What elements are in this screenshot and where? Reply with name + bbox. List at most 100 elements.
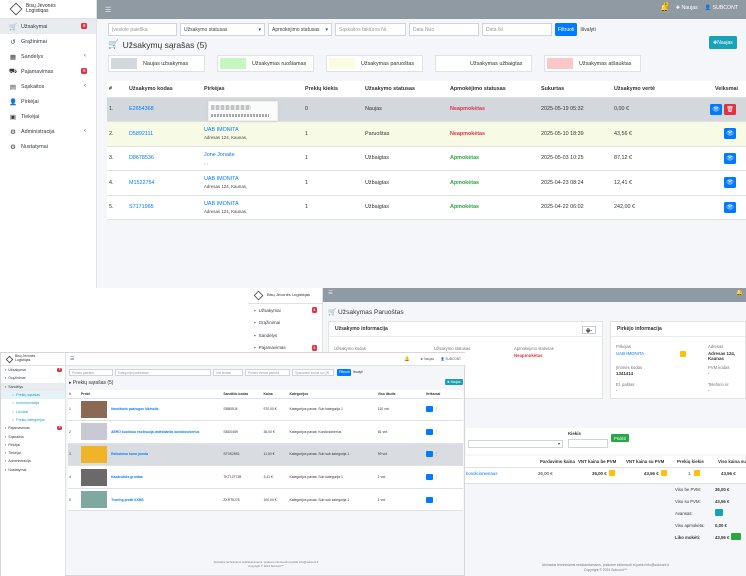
date-from-input[interactable]: Data Nuo <box>409 23 479 36</box>
sidebar-item-2[interactable]: ▪ Sandėlys <box>1 382 65 391</box>
product-name-link[interactable]: AERO kuolinuo esolinuoja didėstiantis ko… <box>111 430 199 434</box>
edit-unit-price-button[interactable] <box>609 470 615 476</box>
sidebar-item-5[interactable]: ○ Likučiai <box>1 407 65 415</box>
search-input[interactable]: Įveskite paieška <box>108 23 177 36</box>
edit-buyer-button[interactable] <box>680 351 686 357</box>
sidebar-item-10[interactable]: ▪ Tiekėjai <box>1 449 65 457</box>
product-name-link[interactable]: Tvoring protti XXMS <box>111 498 144 502</box>
product-select[interactable]: ▾ <box>468 440 563 448</box>
bell-icon[interactable]: 🔔 <box>404 356 410 362</box>
add-item-button[interactable]: Pridėti <box>611 434 629 442</box>
table-row[interactable]: 3 Reiksiniso kuno juosta ST0S25S1 11,00 € Ka… <box>68 443 463 467</box>
qty-input[interactable] <box>568 439 608 448</box>
buyer-link[interactable]: UAB IMONITA <box>616 351 644 356</box>
product-thumbnail[interactable] <box>81 445 108 463</box>
sidebar-item-11[interactable]: ▪ Administracija <box>1 457 65 465</box>
more-icon[interactable]: ⋮ <box>435 407 438 411</box>
view-button[interactable] <box>425 428 433 435</box>
sidebar-item-12[interactable]: ▪ Nustatymai <box>1 466 65 474</box>
product-name-link[interactable]: Kazdruktės gruntas <box>111 475 143 479</box>
menu-toggle-icon[interactable]: ☰ <box>105 6 111 14</box>
view-button[interactable]: 👁 <box>710 103 722 115</box>
sidebar-item-3[interactable]: ⛟ Pajamavimas 8 <box>0 64 96 79</box>
sidebar-item-5[interactable]: 👤 Pirkėjai <box>0 94 96 109</box>
quantity-select[interactable]: Visi kiekiai <box>213 369 243 376</box>
new-product-button[interactable]: ✚ Naujas <box>445 379 463 385</box>
print-button[interactable]: 🖶▾ <box>582 326 596 334</box>
item-name-link[interactable]: kondicionieriaus <box>466 471 498 476</box>
table-row[interactable]: 5. S7171965 UAB IMONITA Adresas 124, Kaunas… <box>107 195 746 220</box>
more-icon[interactable]: ⋮ <box>435 430 438 434</box>
filter-button[interactable]: Filtruoti <box>555 23 578 36</box>
print-qr-select[interactable]: Spausdinti kodus su QR <box>292 369 334 376</box>
brand[interactable]: Bisų Jėvonės Logistiqas <box>1 353 65 366</box>
filter-button[interactable]: Filtruoti <box>337 369 352 376</box>
sidebar-item-3[interactable]: ○ Prekių sąrašas <box>1 390 65 400</box>
sidebar-item-8[interactable]: ⚙ Nustatymai <box>0 139 96 154</box>
sidebar-item-1[interactable]: ↺ Grąžinimai <box>0 34 96 49</box>
table-row[interactable]: 5 Tvoring protti XXMS ZXRT5J78 100,00 € Kate… <box>68 488 463 512</box>
sidebar-item-2[interactable]: ▪ Sandėlys <box>248 329 322 342</box>
add-payment-button[interactable] <box>731 533 741 540</box>
sidebar-item-6[interactable]: ▣ Tiekėjai <box>0 109 96 124</box>
product-search-input[interactable]: Prekės paieška <box>69 369 113 376</box>
new-order-button[interactable]: ✚ Naujas <box>709 36 737 49</box>
navbar-new-button[interactable]: ✚ Naujas <box>421 357 435 361</box>
bell-icon[interactable]: 🔔 <box>736 290 743 296</box>
more-icon[interactable]: ⋮ <box>435 475 438 479</box>
product-thumbnail[interactable] <box>81 468 108 486</box>
navbar-new-button[interactable]: ✚ Naujas <box>676 5 698 11</box>
product-thumbnail[interactable] <box>81 400 108 418</box>
sidebar-item-7[interactable]: ⚙ Administracija ‹ <box>0 124 96 139</box>
brand[interactable]: Bisų Jėvonės Logistiqas <box>248 288 322 304</box>
payment-status-select[interactable]: Apmokėjimo statusas ▾ <box>268 23 332 36</box>
user-menu[interactable]: 👤 SUBCONT <box>705 5 738 11</box>
table-row[interactable]: 1. E2654368 0 Naujas Neapmokėtas 2025-05-19 0… <box>107 97 746 122</box>
order-code-link[interactable]: D8678536 <box>129 155 154 161</box>
sidebar-item-4[interactable]: ▤ Sąskaitos ‹ <box>0 79 96 94</box>
buyer-link[interactable]: UAB IMONITA <box>204 201 303 207</box>
order-code-link[interactable]: E2654368 <box>129 106 154 112</box>
view-button[interactable] <box>425 451 433 458</box>
sidebar-item-1[interactable]: ▪ Grąžinimai <box>248 317 322 330</box>
sidebar-item-0[interactable]: ▪ Užsakymai 8 <box>248 304 322 317</box>
edit-unit-vat-button[interactable] <box>661 470 667 476</box>
product-thumbnail[interactable] <box>81 423 108 441</box>
more-icon[interactable]: ⋮ <box>435 498 438 502</box>
view-button[interactable]: 👁 <box>724 152 736 164</box>
order-code-link[interactable]: D5892111 <box>129 131 153 137</box>
order-code-link[interactable]: M1522754 <box>129 180 154 186</box>
sidebar-item-0[interactable]: 🛒 Užsakymai 8 <box>0 19 96 34</box>
more-icon[interactable]: ⋮ <box>435 452 438 456</box>
view-button[interactable] <box>425 496 433 503</box>
delete-button[interactable]: 🗑 <box>724 103 736 115</box>
buyer-link[interactable]: Jone Jonaite <box>204 152 303 158</box>
view-button[interactable]: 👁 <box>724 201 736 213</box>
table-row[interactable]: 2 AERO kuolinuo esolinuoja didėstiantis k… <box>68 420 463 444</box>
menu-toggle-icon[interactable]: ☰ <box>328 290 333 296</box>
product-thumbnail[interactable] <box>81 491 108 509</box>
table-row[interactable]: 1 Ilmoštinės pakrogos liikinolis SBB05J4 97… <box>68 398 463 422</box>
table-row[interactable]: 4 Kazdruktės gruntas TKT12T7JB 3,41 € Katego… <box>68 465 463 489</box>
sidebar-item-8[interactable]: ▪ Sąskaitos <box>1 432 65 440</box>
product-name-link[interactable]: Reiksiniso kuno juosta <box>111 452 148 456</box>
user-menu[interactable]: 👤 SUBCONT <box>441 357 461 361</box>
view-button[interactable] <box>425 406 433 413</box>
sidebar-item-4[interactable]: ○ Inventorizacija <box>1 399 65 407</box>
product-name-link[interactable]: Ilmoštinės pakrogos liikinolis <box>111 407 158 411</box>
edit-qty-button[interactable] <box>694 470 700 476</box>
buyer-link[interactable]: UAB IMONITA <box>204 176 303 182</box>
view-button[interactable] <box>425 474 433 481</box>
sidebar-item-6[interactable]: ○ Prekių kategorijos <box>1 416 65 424</box>
product-type-select[interactable]: Prekės vienos parinkti <box>245 369 290 376</box>
category-select[interactable]: Kategorija parinkimas <box>115 369 211 376</box>
bell-icon[interactable]: 🔔 1 <box>660 2 669 12</box>
advance-button[interactable] <box>715 509 723 516</box>
view-button[interactable]: 👁 <box>724 177 736 189</box>
table-row[interactable]: 4. M1522754 UAB IMONITA Adresas 124, Kaunas… <box>107 170 746 196</box>
sidebar-item-9[interactable]: ▪ Pirkėjai <box>1 441 65 449</box>
date-to-input[interactable]: Data Iki <box>482 23 552 36</box>
invoice-number-input[interactable]: Sąskaitos faktūros Nr. <box>335 23 406 36</box>
order-status-select[interactable]: Užsakymo statusas ▾ <box>180 23 265 36</box>
sidebar-item-1[interactable]: ▪ Grąžinimai <box>1 374 65 382</box>
